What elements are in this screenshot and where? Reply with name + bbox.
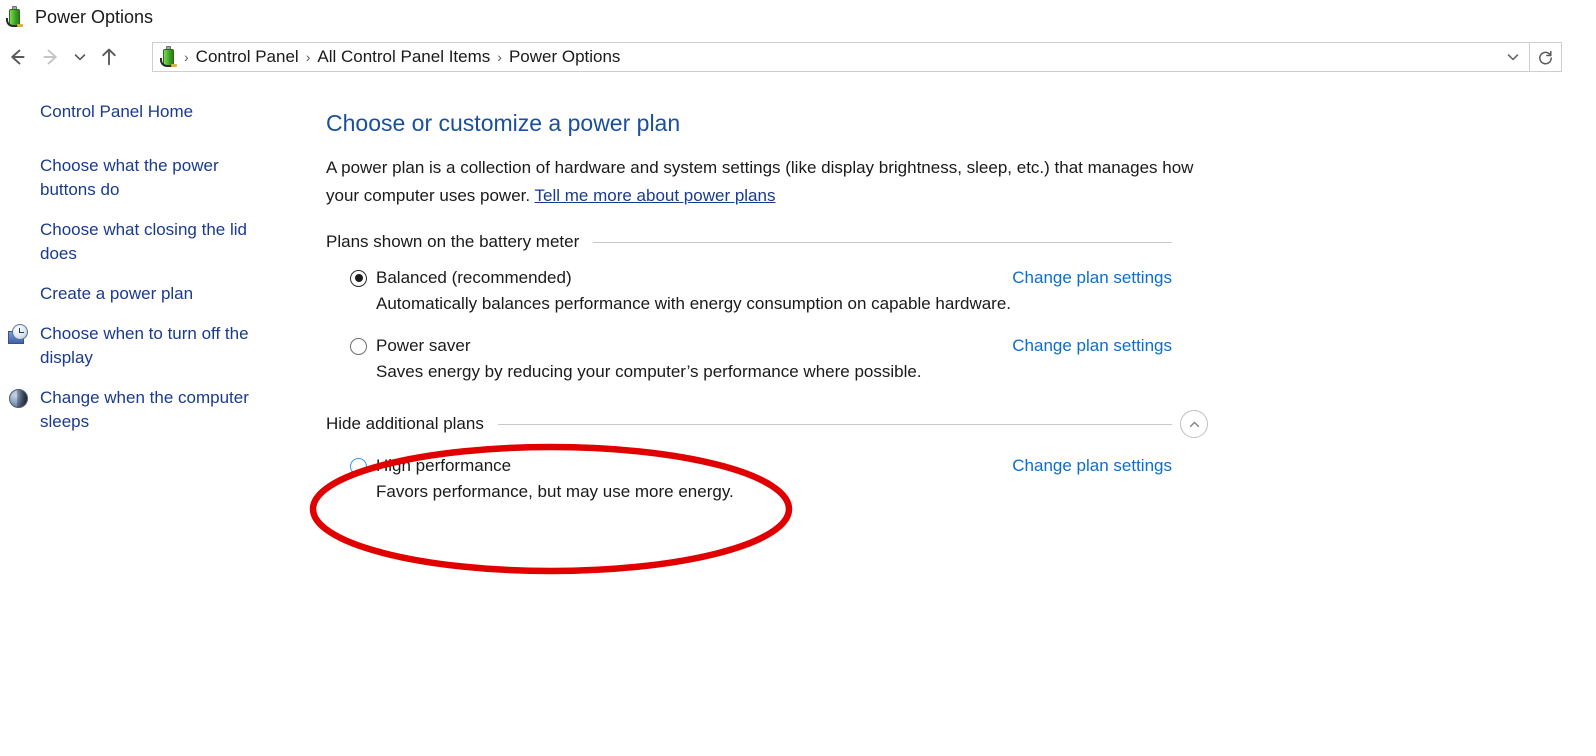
sidebar-item-label: Choose what closing the lid does (40, 220, 247, 263)
breadcrumb: › Control Panel › All Control Panel Item… (153, 43, 1497, 71)
chevron-up-icon (1189, 421, 1199, 427)
window-title: Power Options (35, 6, 154, 27)
sidebar-item-turn-off-display[interactable]: Choose when to turn off the display (0, 322, 300, 370)
section-header-battery-plans: Plans shown on the battery meter (326, 232, 1172, 252)
sidebar-item-label: Choose when to turn off the display (40, 324, 249, 367)
sidebar: Control Panel Home Choose what the power… (0, 100, 300, 450)
up-one-level-button[interactable] (92, 40, 126, 74)
breadcrumb-item-control-panel[interactable]: Control Panel (190, 43, 305, 71)
plan-row-balanced: Balanced (recommended) Change plan setti… (326, 268, 1172, 314)
breadcrumb-item-all-control-panel-items[interactable]: All Control Panel Items (311, 43, 496, 71)
radio-high-performance[interactable] (350, 457, 367, 475)
section-header-additional-plans: Hide additional plans (326, 410, 1208, 438)
change-plan-settings-high-performance[interactable]: Change plan settings (1012, 456, 1172, 476)
power-battery-icon (5, 5, 27, 29)
change-plan-settings-balanced[interactable]: Change plan settings (1012, 268, 1172, 288)
breadcrumb-separator: › (184, 49, 189, 65)
address-bar[interactable]: › Control Panel › All Control Panel Item… (152, 42, 1530, 72)
section-label[interactable]: Hide additional plans (326, 414, 498, 434)
breadcrumb-power-battery-icon (159, 45, 181, 69)
sidebar-item-label: Control Panel Home (40, 102, 194, 121)
sidebar-item-closing-lid[interactable]: Choose what closing the lid does (0, 218, 300, 266)
sidebar-item-power-buttons[interactable]: Choose what the power buttons do (0, 154, 300, 202)
plan-description-balanced: Automatically balances performance with … (376, 294, 1012, 313)
chevron-down-icon (74, 54, 86, 61)
back-arrow-icon (11, 49, 25, 65)
power-options-window: Power Options › Control Panel › All Cont… (0, 0, 1596, 756)
breadcrumb-item-power-options[interactable]: Power Options (503, 43, 627, 71)
sleep-moon-icon (8, 388, 30, 410)
intro-paragraph: A power plan is a collection of hardware… (326, 154, 1196, 210)
chevron-down-icon (1507, 54, 1519, 61)
plan-list-additional: High performance Change plan settings Fa… (326, 456, 1526, 502)
sidebar-item-computer-sleeps[interactable]: Change when the computer sleeps (0, 386, 300, 434)
breadcrumb-separator: › (497, 49, 502, 65)
section-divider (593, 241, 1172, 243)
radio-balanced[interactable] (350, 269, 367, 287)
radio-power-saver[interactable] (350, 337, 367, 355)
tell-me-more-link[interactable]: Tell me more about power plans (535, 186, 776, 205)
plan-row-power-saver: Power saver Change plan settings Saves e… (326, 336, 1172, 382)
plan-row-high-performance: High performance Change plan settings Fa… (326, 456, 1172, 502)
recent-locations-button[interactable] (68, 40, 92, 74)
forward-button[interactable] (34, 40, 68, 74)
sidebar-item-label: Change when the computer sleeps (40, 388, 249, 431)
sidebar-item-label: Create a power plan (40, 284, 194, 303)
section-label: Plans shown on the battery meter (326, 232, 580, 251)
main-content: Choose or customize a power plan A power… (326, 108, 1526, 502)
back-button[interactable] (0, 40, 34, 74)
sidebar-item-label: Choose what the power buttons do (40, 156, 219, 199)
section-divider (497, 423, 1172, 425)
plan-name-balanced[interactable]: Balanced (recommended) (376, 268, 572, 288)
plan-description-high-performance: Favors performance, but may use more ene… (376, 482, 734, 501)
refresh-button[interactable] (1530, 42, 1562, 72)
refresh-icon (1539, 50, 1552, 64)
plan-description-power-saver: Saves energy by reducing your computer’s… (376, 362, 922, 381)
breadcrumb-separator: › (305, 49, 311, 65)
plan-name-high-performance[interactable]: High performance (376, 456, 511, 476)
up-arrow-icon (102, 48, 116, 66)
hide-additional-plans-toggle[interactable] (1180, 410, 1208, 438)
sidebar-item-create-power-plan[interactable]: Create a power plan (0, 282, 300, 306)
address-dropdown-button[interactable] (1497, 43, 1529, 71)
title-bar: Power Options (0, 0, 1596, 34)
plan-list-battery: Balanced (recommended) Change plan setti… (326, 268, 1526, 382)
change-plan-settings-power-saver[interactable]: Change plan settings (1012, 336, 1172, 356)
sidebar-item-control-panel-home[interactable]: Control Panel Home (0, 100, 300, 124)
forward-arrow-icon (43, 49, 57, 65)
page-title: Choose or customize a power plan (326, 110, 681, 136)
display-clock-icon (8, 324, 30, 346)
plan-name-power-saver[interactable]: Power saver (376, 336, 470, 356)
